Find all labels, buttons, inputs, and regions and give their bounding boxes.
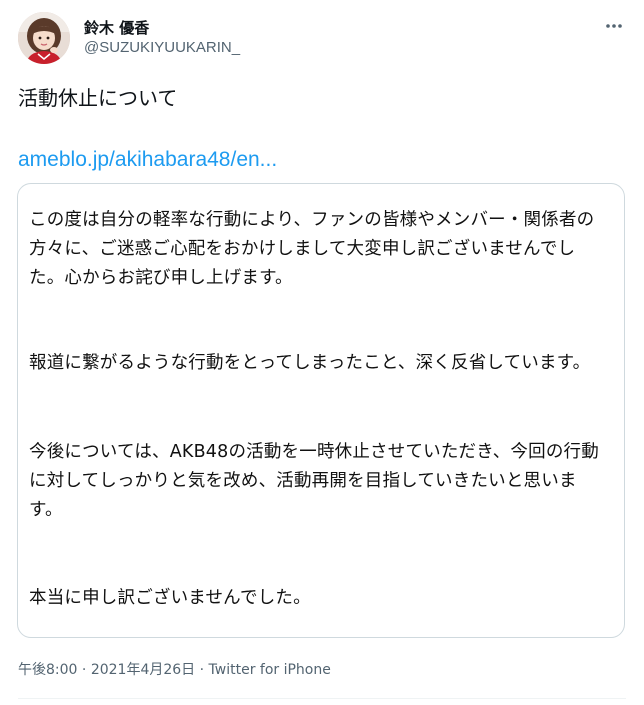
card-paragraph: 報道に繋がるような行動をとってしまったこと、深く反省しています。 bbox=[29, 353, 591, 373]
attached-image-card[interactable]: この度は自分の軽率な行動により、ファンの皆様やメンバー・関係者の方々に、ご迷惑ご… bbox=[17, 183, 625, 638]
card-paragraph: 本当に申し訳ございませんでした。 bbox=[29, 588, 311, 608]
tweet-link[interactable]: ameblo.jp/akihabara48/en... bbox=[18, 146, 277, 174]
tweet-time[interactable]: 午後8:00 bbox=[18, 662, 77, 678]
avatar[interactable] bbox=[18, 12, 70, 64]
card-paragraph: この度は自分の軽率な行動により、ファンの皆様やメンバー・関係者の方々に、ご迷惑ご… bbox=[29, 210, 595, 288]
tweet-text: 活動休止について bbox=[18, 86, 178, 110]
tweet-header: 鈴木 優香 @SUZUKIYUUKARIN_ bbox=[18, 10, 240, 66]
user-handle[interactable]: @SUZUKIYUUKARIN_ bbox=[84, 38, 240, 58]
card-paragraph: 今後については、AKB48の活動を一時休止させていただき、今回の行動に対してしっ… bbox=[29, 442, 599, 520]
divider bbox=[18, 698, 626, 699]
meta-separator: · bbox=[195, 662, 209, 678]
tweet-date[interactable]: 2021年4月26日 bbox=[91, 662, 195, 678]
meta-separator: · bbox=[77, 662, 91, 678]
display-name[interactable]: 鈴木 優香 bbox=[84, 18, 240, 38]
tweet-source[interactable]: Twitter for iPhone bbox=[209, 662, 331, 678]
user-names: 鈴木 優香 @SUZUKIYUUKARIN_ bbox=[84, 18, 240, 58]
more-button[interactable] bbox=[602, 14, 626, 38]
tweet-meta: 午後8:00 · 2021年4月26日 · Twitter for iPhone bbox=[18, 660, 331, 680]
tweet: 鈴木 優香 @SUZUKIYUUKARIN_ 活動休止について ameblo.j… bbox=[0, 0, 644, 705]
more-horizontal-icon bbox=[606, 24, 622, 28]
avatar-image bbox=[18, 12, 70, 64]
